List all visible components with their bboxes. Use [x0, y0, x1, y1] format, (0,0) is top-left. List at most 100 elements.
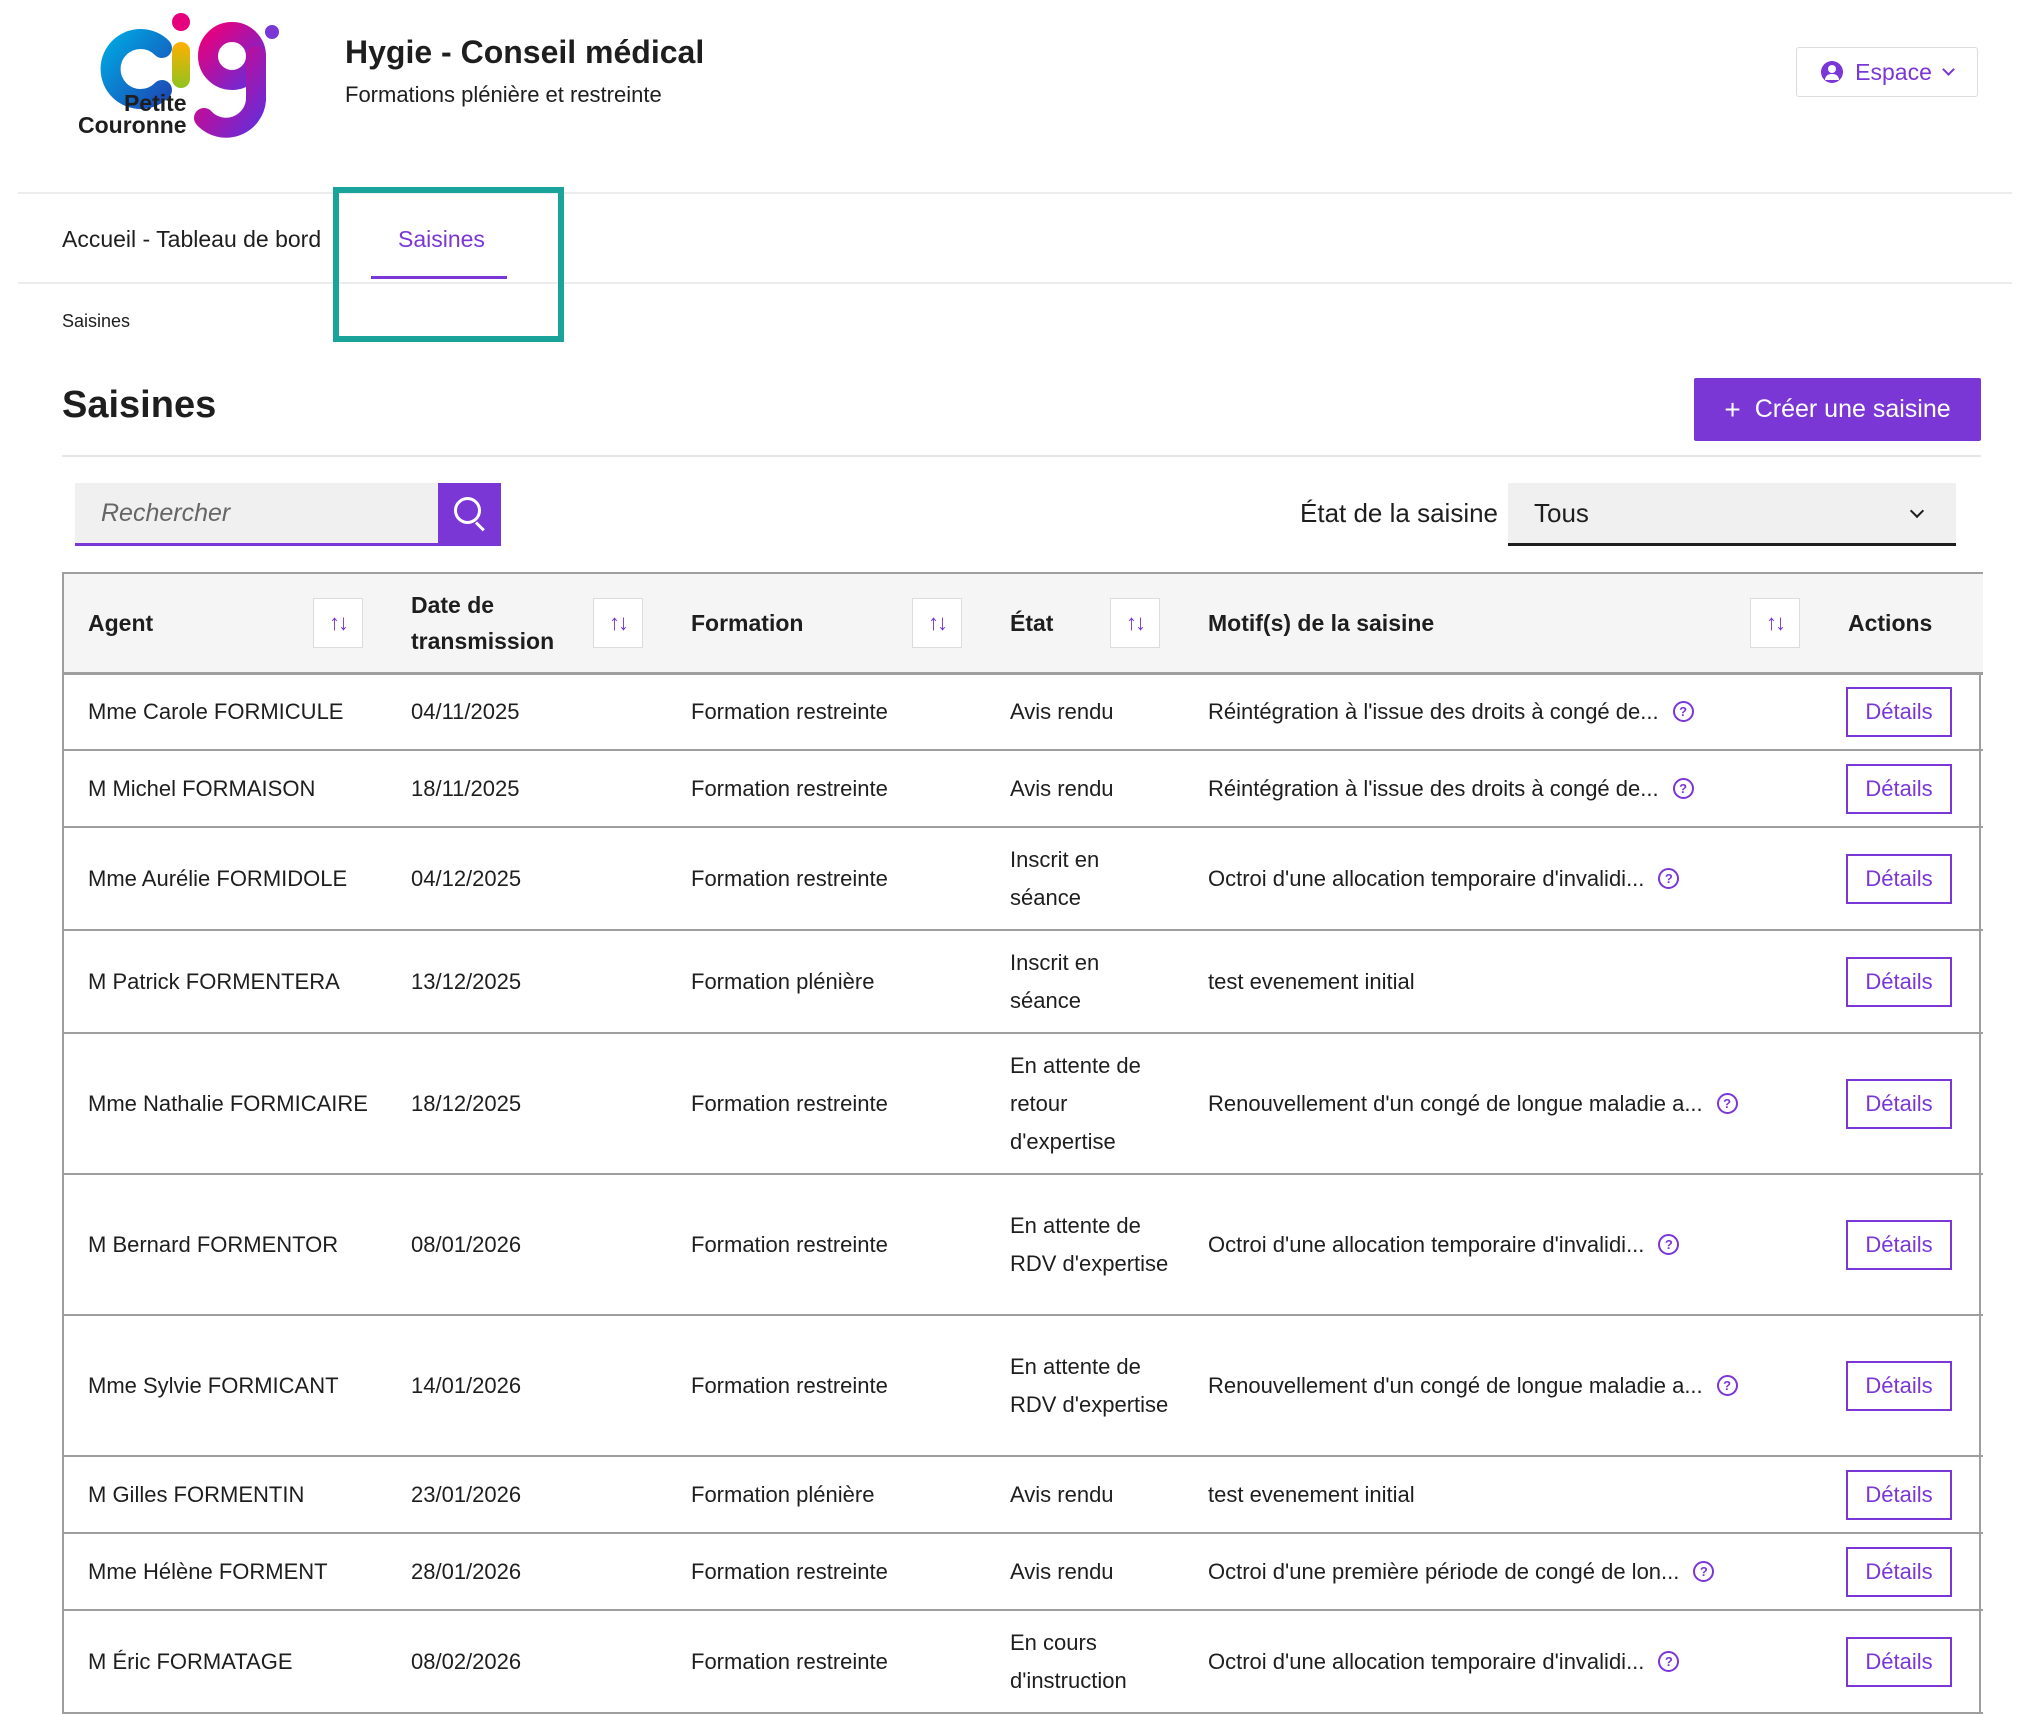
create-saisine-label: Créer une saisine — [1754, 395, 1951, 423]
chevron-down-icon — [1941, 63, 1955, 76]
cell-date: 04/11/2025 — [387, 673, 667, 751]
search-button[interactable] — [438, 483, 501, 546]
cell-motif: Réintégration à l'issue des droits à con… — [1184, 750, 1824, 828]
cell-motif: Octroi d'une première période de congé d… — [1184, 1533, 1824, 1611]
cell-date: 18/12/2025 — [387, 1033, 667, 1175]
main-navigation: Accueil - Tableau de bord Saisines — [18, 192, 2012, 284]
details-button[interactable]: Détails — [1846, 1546, 1952, 1597]
sort-agent-button[interactable]: ↑↓ — [313, 597, 363, 648]
cell-date: 28/01/2026 — [387, 1533, 667, 1611]
search-bar — [75, 483, 501, 546]
cell-actions: Détails — [1824, 1174, 1983, 1316]
nav-item-accueil[interactable]: Accueil - Tableau de bord — [62, 226, 321, 253]
cell-etat: Inscrit en séance — [986, 930, 1184, 1034]
motif-text: Renouvellement d'un congé de longue mala… — [1208, 1090, 1703, 1116]
page-title: Saisines — [62, 384, 217, 426]
question-circle-icon[interactable]: ? — [1716, 1093, 1738, 1114]
motif-text: Réintégration à l'issue des droits à con… — [1208, 698, 1659, 724]
sort-arrows-icon: ↑↓ — [1126, 609, 1146, 635]
table-row: Mme Carole FORMICULE 04/11/2025 Formatio… — [64, 673, 1983, 751]
table-row: Mme Aurélie FORMIDOLE 04/12/2025 Formati… — [64, 827, 1983, 931]
column-header-motif: Motif(s) de la saisine ↑↓ — [1184, 572, 1824, 675]
cell-agent: M Michel FORMAISON — [64, 750, 387, 828]
column-header-actions: Actions — [1824, 572, 1983, 675]
cell-actions: Détails — [1824, 827, 1983, 931]
cell-date: 18/11/2025 — [387, 750, 667, 828]
sort-formation-button[interactable]: ↑↓ — [912, 597, 962, 648]
question-circle-icon[interactable]: ? — [1672, 778, 1694, 799]
motif-text: Réintégration à l'issue des droits à con… — [1208, 775, 1659, 801]
details-button[interactable]: Détails — [1846, 763, 1952, 814]
cell-etat: Avis rendu — [986, 750, 1184, 828]
cell-motif: test evenement initial — [1184, 930, 1824, 1034]
nav-item-saisines[interactable]: Saisines — [398, 226, 485, 253]
motif-text: test evenement initial — [1208, 1481, 1415, 1507]
column-header-agent: Agent ↑↓ — [64, 572, 387, 675]
motif-text: Octroi d'une allocation temporaire d'inv… — [1208, 1648, 1645, 1674]
search-input[interactable] — [75, 483, 438, 546]
table-row: Mme Nathalie FORMICAIRE 18/12/2025 Forma… — [64, 1033, 1983, 1175]
cell-formation: Formation plénière — [667, 1456, 986, 1534]
cell-date: 23/01/2026 — [387, 1456, 667, 1534]
create-saisine-button[interactable]: + Créer une saisine — [1694, 378, 1981, 441]
cell-agent: M Bernard FORMENTOR — [64, 1174, 387, 1316]
details-button[interactable]: Détails — [1846, 1469, 1952, 1520]
column-header-formation: Formation ↑↓ — [667, 572, 986, 675]
logo-subtitle: Petite Couronne — [78, 90, 187, 137]
details-button[interactable]: Détails — [1846, 1360, 1952, 1411]
question-circle-icon[interactable]: ? — [1716, 1375, 1738, 1396]
question-circle-icon[interactable]: ? — [1672, 701, 1694, 723]
state-filter-select[interactable]: Tous — [1508, 483, 1956, 546]
sort-etat-button[interactable]: ↑↓ — [1110, 597, 1160, 648]
cell-agent: M Gilles FORMENTIN — [64, 1456, 387, 1534]
question-circle-icon[interactable]: ? — [1658, 1651, 1680, 1672]
motif-text: test evenement initial — [1208, 968, 1415, 994]
cell-agent: Mme Carole FORMICULE — [64, 673, 387, 751]
cell-etat: En attente de RDV d'expertise — [986, 1174, 1184, 1316]
cell-actions: Détails — [1824, 1033, 1983, 1175]
cell-actions: Détails — [1824, 1315, 1983, 1457]
cell-agent: M Patrick FORMENTERA — [64, 930, 387, 1034]
motif-text: Octroi d'une allocation temporaire d'inv… — [1208, 865, 1645, 891]
table-row: Mme Hélène FORMENT 28/01/2026 Formation … — [64, 1533, 1983, 1611]
cell-date: 14/01/2026 — [387, 1315, 667, 1457]
question-circle-icon[interactable]: ? — [1658, 868, 1680, 889]
cell-etat: En attente de retour d'expertise — [986, 1033, 1184, 1175]
sort-arrows-icon: ↑↓ — [928, 609, 948, 635]
chevron-down-icon — [1909, 503, 1925, 518]
espace-menu-button[interactable]: Espace — [1796, 47, 1978, 97]
cell-etat: Avis rendu — [986, 1533, 1184, 1611]
title-divider — [62, 455, 1981, 457]
details-button[interactable]: Détails — [1846, 1078, 1952, 1129]
cell-etat: Inscrit en séance — [986, 827, 1184, 931]
table-row: M Patrick FORMENTERA 13/12/2025 Formatio… — [64, 930, 1983, 1034]
cig-logo[interactable]: Petite Couronne — [70, 4, 290, 144]
question-circle-icon[interactable]: ? — [1658, 1234, 1680, 1255]
cell-motif: Réintégration à l'issue des droits à con… — [1184, 673, 1824, 751]
cell-etat: Avis rendu — [986, 1456, 1184, 1534]
details-button[interactable]: Détails — [1846, 1636, 1952, 1687]
saisines-table: Agent ↑↓ Date de transmission ↑↓ Formati… — [62, 572, 1983, 1714]
plus-icon: + — [1724, 393, 1741, 425]
cell-motif: Octroi d'une allocation temporaire d'inv… — [1184, 1174, 1824, 1316]
cell-agent: Mme Sylvie FORMICANT — [64, 1315, 387, 1457]
sort-arrows-icon: ↑↓ — [1766, 609, 1786, 635]
cell-date: 08/01/2026 — [387, 1174, 667, 1316]
details-button[interactable]: Détails — [1846, 686, 1952, 737]
sort-date-button[interactable]: ↑↓ — [593, 597, 643, 648]
sort-motif-button[interactable]: ↑↓ — [1750, 597, 1800, 648]
details-button[interactable]: Détails — [1846, 853, 1952, 904]
cell-motif: test evenement initial — [1184, 1456, 1824, 1534]
user-circle-icon — [1821, 61, 1844, 83]
breadcrumb[interactable]: Saisines — [62, 311, 130, 332]
cell-actions: Détails — [1824, 750, 1983, 828]
app-subtitle: Formations plénière et restreinte — [345, 82, 662, 107]
column-header-motif-label: Motif(s) de la saisine — [1208, 609, 1435, 636]
question-circle-icon[interactable]: ? — [1693, 1561, 1715, 1582]
cell-formation: Formation restreinte — [667, 1174, 986, 1316]
cell-agent: Mme Aurélie FORMIDOLE — [64, 827, 387, 931]
details-button[interactable]: Détails — [1846, 1219, 1952, 1270]
cell-formation: Formation restreinte — [667, 1533, 986, 1611]
logo-sub-line1: Petite — [123, 90, 187, 116]
details-button[interactable]: Détails — [1846, 956, 1952, 1007]
